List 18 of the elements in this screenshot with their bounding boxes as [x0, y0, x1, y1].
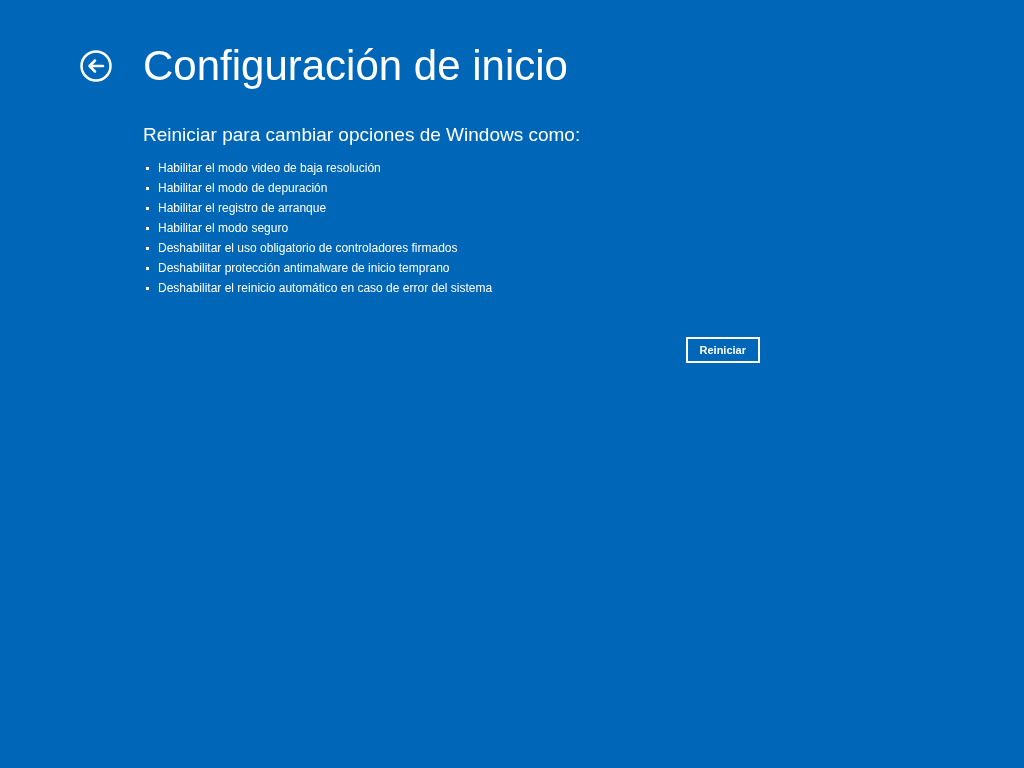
page-title: Configuración de inicio — [143, 41, 568, 91]
bullet-icon — [146, 186, 149, 190]
option-text: Habilitar el registro de arranque — [158, 201, 327, 215]
option-text: Deshabilitar el uso obligatorio de controladores firmados — [158, 241, 458, 255]
bullet-icon — [146, 206, 149, 210]
bullet-icon — [146, 286, 149, 290]
bullet-icon — [146, 246, 149, 250]
restart-button[interactable]: Reiniciar — [685, 337, 760, 363]
back-button[interactable] — [80, 50, 112, 82]
bullet-icon — [146, 266, 149, 270]
bullet-icon — [146, 166, 149, 170]
bullet-icon — [146, 226, 149, 230]
option-text: Deshabilitar el reinicio automático en caso de error del sistema — [158, 281, 493, 295]
option-text: Habilitar el modo seguro — [158, 221, 289, 235]
subtitle: Reiniciar para cambiar opciones de Windows como: — [143, 123, 582, 147]
option-text: Habilitar el modo video de baja resolución — [158, 161, 381, 175]
option-text: Deshabilitar protección antimalware de inicio temprano — [158, 261, 450, 275]
option-text: Habilitar el modo de depuración — [158, 181, 328, 195]
